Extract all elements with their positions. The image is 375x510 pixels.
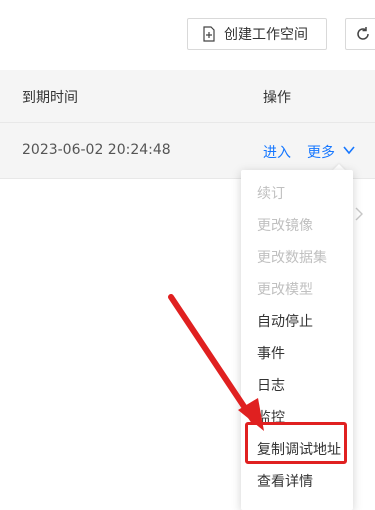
chevron-right-icon[interactable] [354,207,364,221]
create-workspace-button[interactable]: 创建工作空间 [187,18,327,50]
menu-item-events[interactable]: 事件 [257,343,285,363]
menu-item-change-model: 更改模型 [257,282,313,298]
menu-item-change-image: 更改镜像 [257,218,313,234]
chevron-down-icon[interactable] [342,143,356,157]
menu-item-logs[interactable]: 日志 [257,375,285,395]
more-link[interactable]: 更多 [307,142,335,162]
table-header: 到期时间 操作 [0,70,375,123]
annotation-highlight-box [245,422,347,464]
menu-item-change-dataset: 更改数据集 [257,250,327,266]
file-plus-icon [203,26,215,42]
menu-item-view-details[interactable]: 查看详情 [257,471,313,491]
refresh-button[interactable] [345,18,375,50]
menu-item-auto-stop[interactable]: 自动停止 [257,311,313,331]
enter-link[interactable]: 进入 [263,142,291,162]
create-workspace-label: 创建工作空间 [224,27,308,43]
header-actions: 操作 [263,90,291,106]
expire-time-cell: 2023-06-02 20:24:48 [22,142,171,158]
toolbar: 创建工作空间 [0,0,375,70]
header-expire-time: 到期时间 [22,90,78,106]
menu-item-renew: 续订 [257,186,285,202]
refresh-icon [357,27,369,40]
